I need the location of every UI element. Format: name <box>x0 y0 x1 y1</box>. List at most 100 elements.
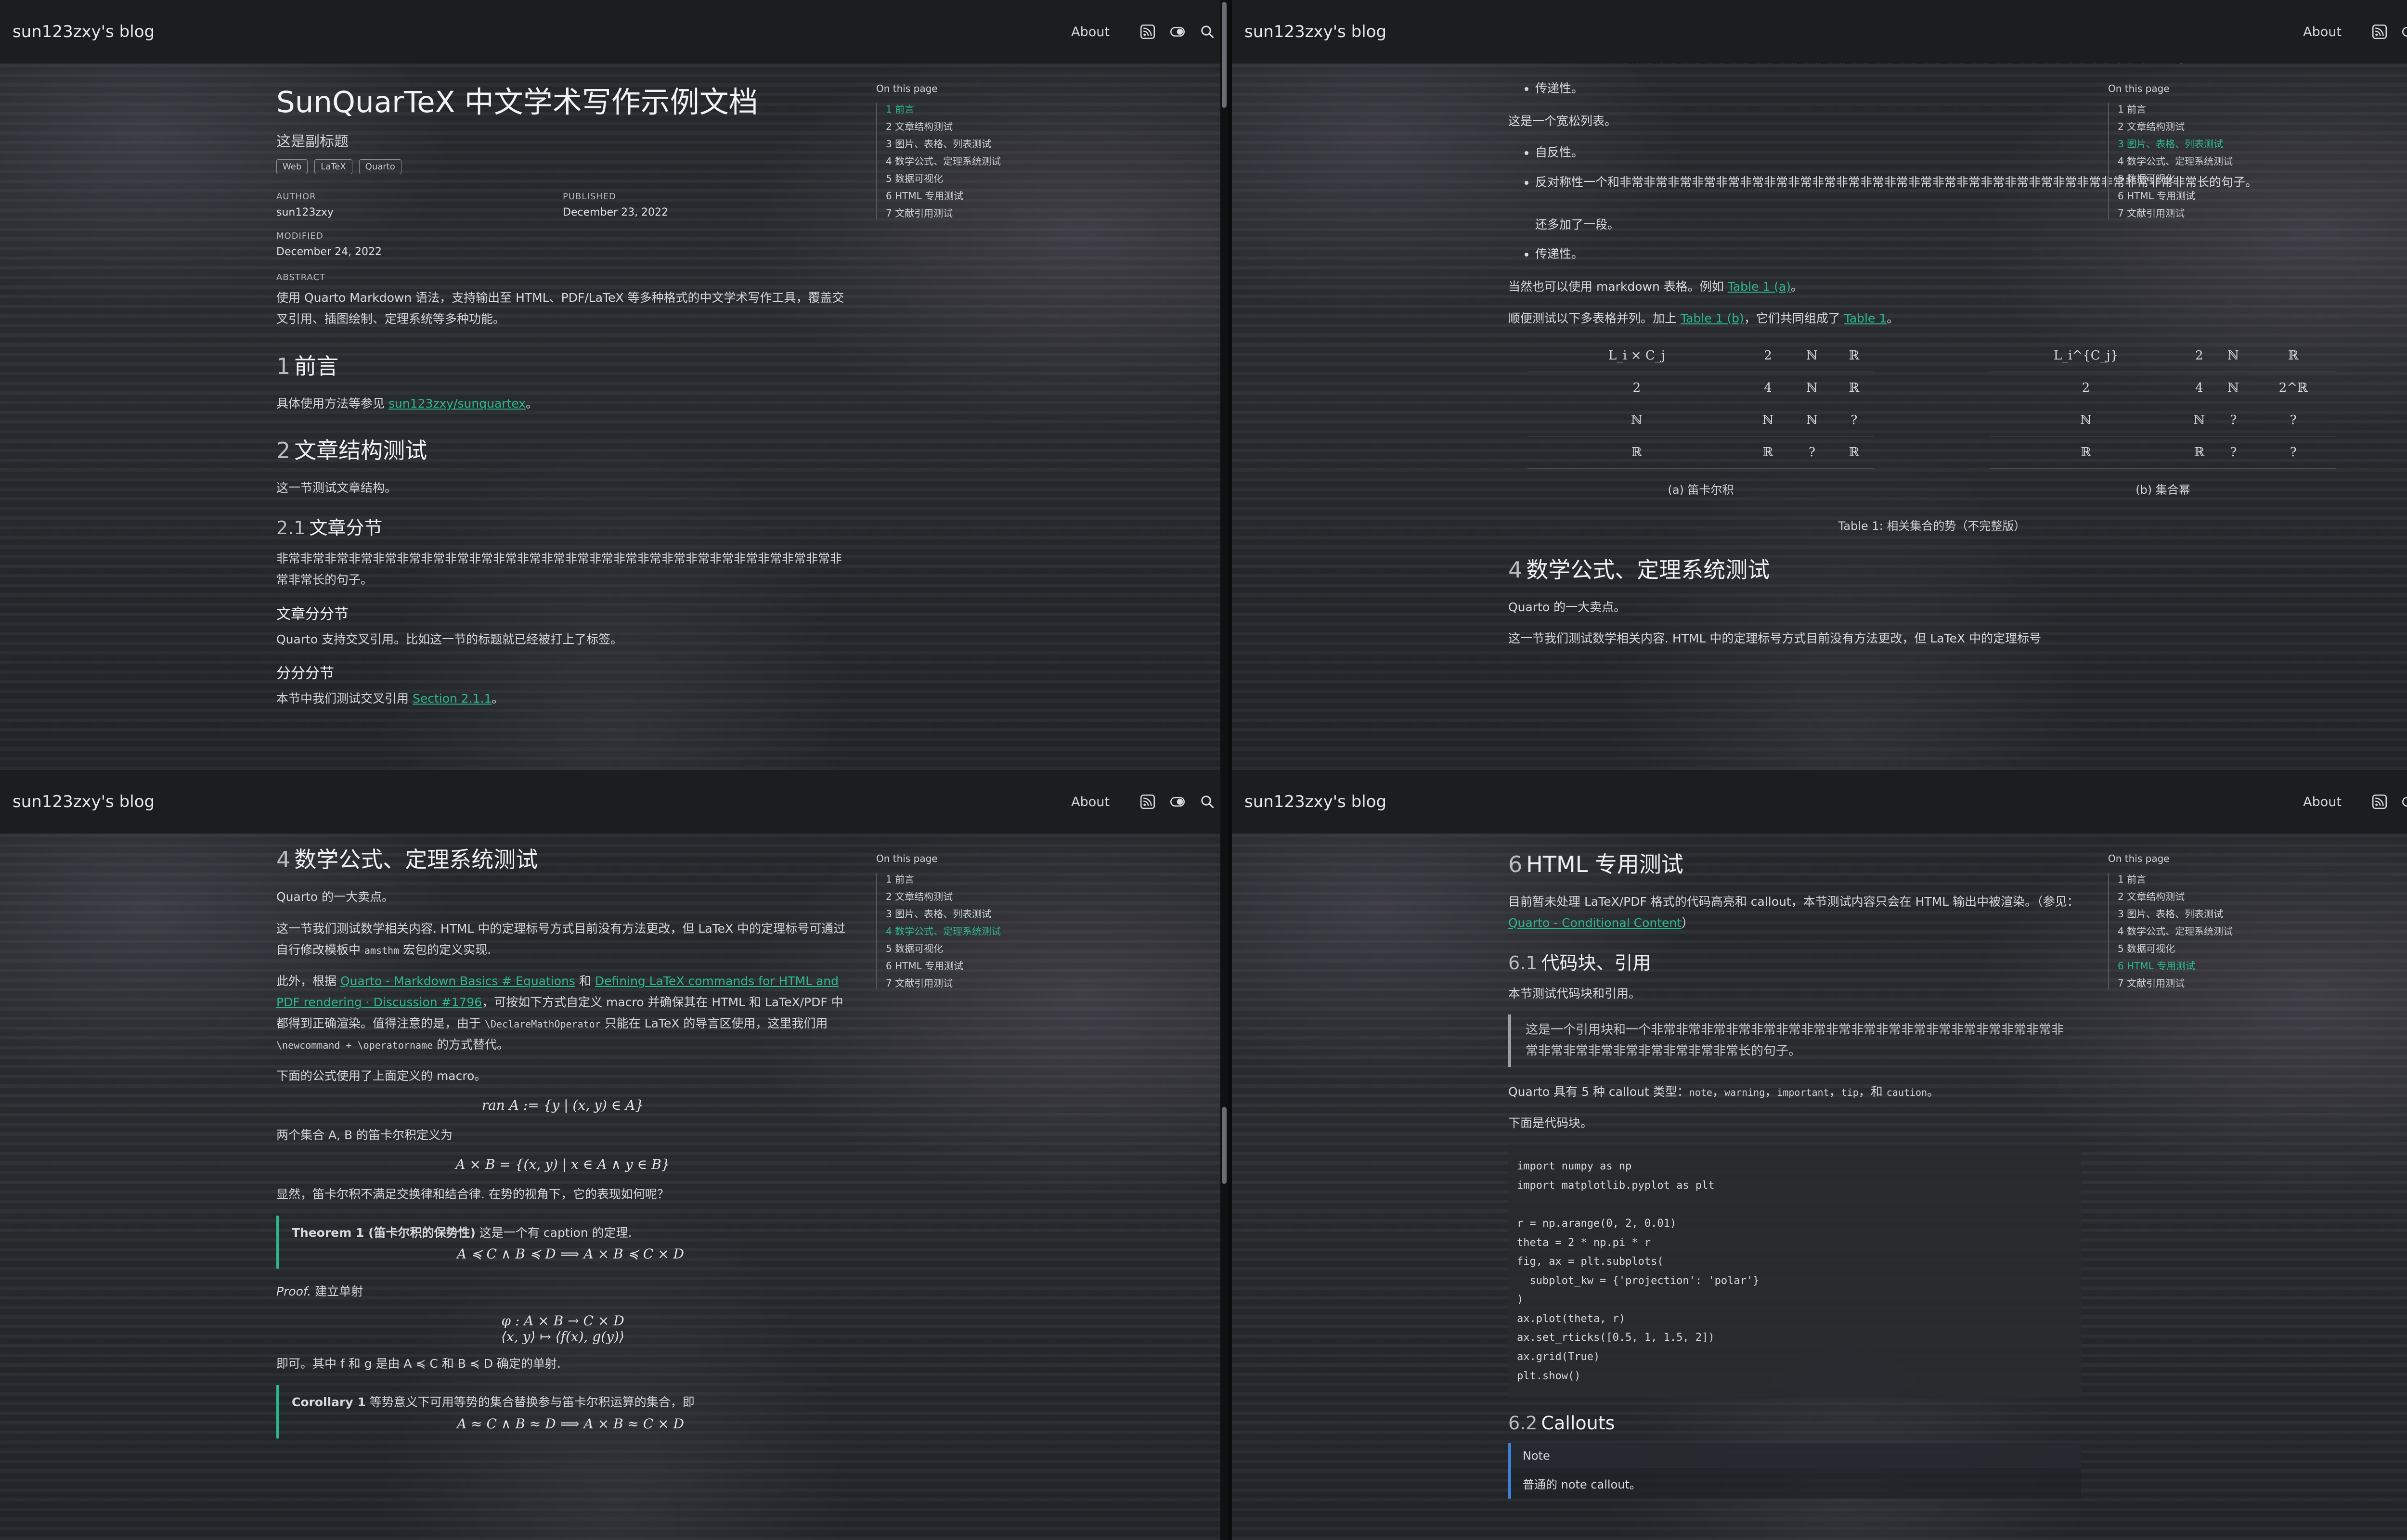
toc-item[interactable]: 3 图片、表格、列表测试 <box>2118 138 2233 150</box>
text: 此外，根据 <box>276 974 340 988</box>
rss-icon[interactable] <box>1139 24 1156 40</box>
text: ，它们共同组成了 <box>1744 311 1844 325</box>
toc-item[interactable]: 4 数学公式、定理系统测试 <box>2118 155 2233 167</box>
sunquartex-link[interactable]: sun123zxy/sunquartex <box>388 397 526 411</box>
toc-item[interactable]: 3 图片、表格、列表测试 <box>886 138 1001 150</box>
section-title: 文章分节 <box>309 517 383 539</box>
table-xref-link[interactable]: Table 1 <box>1844 311 1887 325</box>
nav-about-link[interactable]: About <box>2303 795 2342 809</box>
dark-mode-toggle-icon[interactable] <box>2401 24 2407 40</box>
code-block[interactable]: import numpy as np import matplotlib.pypl… <box>1508 1144 2081 1399</box>
toc-item[interactable]: 7 文献引用测试 <box>2118 207 2233 219</box>
text: Quarto 具有 5 种 callout 类型： <box>1508 1084 1689 1099</box>
toc-item[interactable]: 4 数学公式、定理系统测试 <box>886 925 1001 937</box>
toc-item[interactable]: 2 文章结构测试 <box>2118 890 2233 903</box>
note-callout: Note 普通的 note callout。 <box>1508 1443 2081 1499</box>
section-number: 2 <box>276 437 291 464</box>
table-xref-link[interactable]: Table 1 (a) <box>1728 280 1791 294</box>
blog-brand-link[interactable]: sun123zxy's blog <box>1244 792 2303 811</box>
table-cell: ℝ <box>1990 436 2183 469</box>
page-subtitle: 这是副标题 <box>276 133 349 151</box>
nav-about-link[interactable]: About <box>2303 25 2342 39</box>
table-cell: ℕ <box>1790 372 1834 404</box>
paragraph: 此外，根据 Quarto - Markdown Basics # Equatio… <box>276 971 849 1055</box>
text: 当然也可以使用 markdown 表格。例如 <box>1508 280 1728 294</box>
corollary-title: Corollary 1 <box>292 1395 366 1409</box>
rss-icon[interactable] <box>1139 794 1156 810</box>
browser-pane-top-left: sun123zxy's blog About SunQuarTeX 中文学术写作… <box>0 0 1228 770</box>
theorem-title: Theorem 1 (笛卡尔积的保势性) <box>292 1225 476 1240</box>
paragraph: 即可。其中 f 和 g 是由 A ≼ C 和 B ≼ D 确定的单射. <box>276 1357 561 1371</box>
scrollbar[interactable] <box>1220 770 1228 1540</box>
dark-mode-toggle-icon[interactable] <box>1169 24 1186 40</box>
toc-sidebar: On this page 1 前言 2 文章结构测试 3 图片、表格、列表测试 … <box>876 83 1001 224</box>
author-label: Author <box>276 192 316 202</box>
paragraph: Quarto 的一大卖点。 <box>276 890 394 904</box>
toc-item[interactable]: 2 文章结构测试 <box>2118 120 2233 133</box>
toc-item[interactable]: 6 HTML 专用测试 <box>886 960 1001 972</box>
category-tag[interactable]: LaTeX <box>314 159 352 175</box>
toc-item[interactable]: 1 前言 <box>2118 873 2233 886</box>
category-tag[interactable]: Quarto <box>359 159 401 175</box>
toc-item[interactable]: 7 文献引用测试 <box>886 207 1001 219</box>
section-title: 代码块、引用 <box>1541 952 1651 974</box>
toc-item[interactable]: 7 文献引用测试 <box>2118 977 2233 989</box>
quarto-equations-link[interactable]: Quarto - Markdown Basics # Equations <box>340 974 575 988</box>
nav-about-link[interactable]: About <box>1071 795 1110 809</box>
search-icon[interactable] <box>1199 794 1216 810</box>
scrollbar-thumb[interactable] <box>1222 2 1227 108</box>
paragraph: 这一节我们测试数学相关内容. HTML 中的定理标号方式目前没有方法更改，但 L… <box>1508 631 2042 646</box>
toc-item[interactable]: 7 文献引用测试 <box>886 977 1001 989</box>
modified-label: Modified <box>276 231 324 242</box>
text: 等势意义下可用等势的集合替换参与笛卡尔积运算的集合，即 <box>365 1395 695 1409</box>
rss-icon[interactable] <box>2371 24 2388 40</box>
category-tag[interactable]: Web <box>276 159 308 175</box>
toc-item[interactable]: 6 HTML 专用测试 <box>886 190 1001 202</box>
equation: ⟨x, y⟩ ↦ ⟨f(x), g(y)⟩ <box>501 1329 624 1345</box>
code-line: import matplotlib.pyplot as plt <box>1517 1179 1715 1192</box>
toc-item[interactable]: 5 数据可视化 <box>2118 172 2233 185</box>
paragraph: 两个集合 A, B 的笛卡尔积定义为 <box>276 1128 453 1142</box>
toc-item[interactable]: 6 HTML 专用测试 <box>2118 190 2233 202</box>
dark-mode-toggle-icon[interactable] <box>2401 794 2407 810</box>
table-cell: ? <box>1834 404 1874 436</box>
toc-item[interactable]: 3 图片、表格、列表测试 <box>886 908 1001 920</box>
toc-item[interactable]: 4 数学公式、定理系统测试 <box>2118 925 2233 937</box>
dark-mode-toggle-icon[interactable] <box>1169 794 1186 810</box>
table-cell: ℕ <box>1990 404 2183 436</box>
page-title: SunQuarTeX 中文学术写作示例文档 <box>276 85 758 119</box>
table-cell: ? <box>2216 436 2251 469</box>
subtable-caption: (a) 笛卡尔积 <box>1668 483 1734 497</box>
table-cell: L_i × C_j <box>1527 339 1746 372</box>
toc-sidebar: On this page 1 前言 2 文章结构测试 3 图片、表格、列表测试 … <box>876 853 1001 994</box>
table-cell: ? <box>2250 404 2336 436</box>
nav-about-link[interactable]: About <box>1071 25 1110 39</box>
toc-item[interactable]: 3 图片、表格、列表测试 <box>2118 908 2233 920</box>
toc-item[interactable]: 1 前言 <box>886 873 1001 886</box>
scrollbar-thumb[interactable] <box>1222 1107 1227 1184</box>
blog-brand-link[interactable]: sun123zxy's blog <box>13 22 1071 41</box>
toc-item[interactable]: 2 文章结构测试 <box>886 890 1001 903</box>
text: 目前暂未处理 LaTeX/PDF 格式的代码高亮和 callout，本节测试内容… <box>1508 895 2079 909</box>
toc-item[interactable]: 4 数学公式、定理系统测试 <box>886 155 1001 167</box>
blog-brand-link[interactable]: sun123zxy's blog <box>1244 22 2303 41</box>
text: 。 <box>526 396 538 411</box>
toc-item[interactable]: 2 文章结构测试 <box>886 120 1001 133</box>
toc-item[interactable]: 1 前言 <box>886 103 1001 116</box>
table-xref-link[interactable]: Table 1 (b) <box>1681 311 1744 325</box>
section-xref-link[interactable]: Section 2.1.1 <box>413 692 492 706</box>
table-row: 2 4 ℕ 2^ℝ <box>1990 372 2336 404</box>
toc-item[interactable]: 6 HTML 专用测试 <box>2118 960 2233 972</box>
rss-icon[interactable] <box>2371 794 2388 810</box>
table-cell: ℕ <box>1790 339 1834 372</box>
toc-item[interactable]: 1 前言 <box>2118 103 2233 116</box>
toc-item[interactable]: 5 数据可视化 <box>886 172 1001 185</box>
search-icon[interactable] <box>1199 24 1216 40</box>
toc-item[interactable]: 5 数据可视化 <box>886 942 1001 955</box>
section-title: 数学公式、定理系统测试 <box>294 847 538 873</box>
conditional-content-link[interactable]: Quarto - Conditional Content <box>1508 916 1682 930</box>
toc-sidebar: On this page 1 前言 2 文章结构测试 3 图片、表格、列表测试 … <box>2108 853 2233 994</box>
scrollbar[interactable] <box>1220 0 1228 770</box>
blog-brand-link[interactable]: sun123zxy's blog <box>13 792 1071 811</box>
toc-item[interactable]: 5 数据可视化 <box>2118 942 2233 955</box>
